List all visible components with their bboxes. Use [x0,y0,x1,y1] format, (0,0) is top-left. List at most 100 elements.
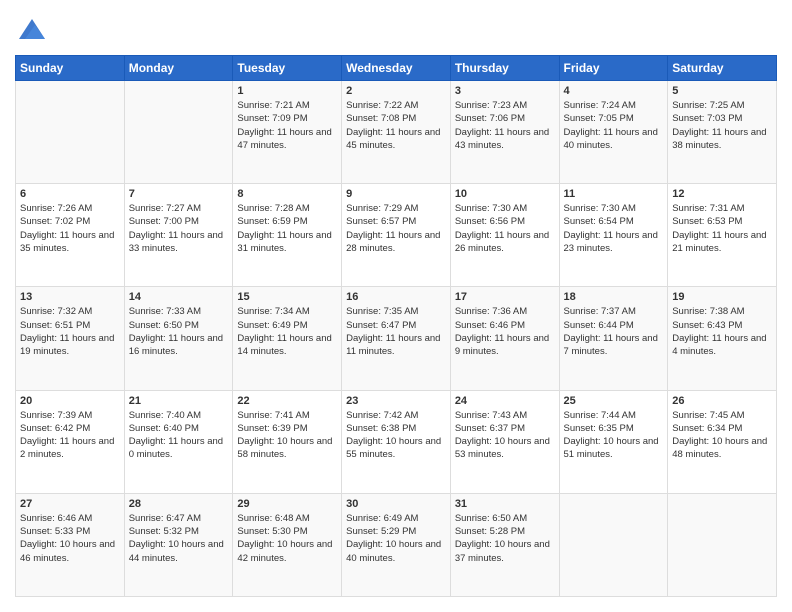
weekday-header-row: Sunday Monday Tuesday Wednesday Thursday… [16,56,777,81]
day-info: Sunrise: 7:40 AM Sunset: 6:40 PM Dayligh… [129,409,229,462]
calendar-week-row: 6 Sunrise: 7:26 AM Sunset: 7:02 PM Daylig… [16,184,777,287]
calendar-cell: 10 Sunrise: 7:30 AM Sunset: 6:56 PM Dayli… [450,184,559,287]
day-number: 28 [129,498,229,510]
calendar-cell: 15Sunrise: 7:34 AM Sunset: 6:49 PM Dayli… [233,287,342,390]
header-friday: Friday [559,56,668,81]
day-info: Sunrise: 7:38 AM Sunset: 6:43 PM Dayligh… [672,305,772,358]
day-number: 3 [455,85,555,97]
calendar-cell: 2 Sunrise: 7:22 AM Sunset: 7:08 PM Daylig… [342,81,451,184]
calendar-week-row: 1 Sunrise: 7:21 AM Sunset: 7:09 PM Daylig… [16,81,777,184]
day-info: Sunrise: 7:42 AM Sunset: 6:38 PM Dayligh… [346,409,446,462]
day-info: Sunrise: 7:25 AM Sunset: 7:03 PM Dayligh… [672,99,772,152]
day-number: 14 [129,291,229,303]
day-number: 9 [346,188,446,200]
day-info: Sunrise: 7:29 AM Sunset: 6:57 PM Dayligh… [346,202,446,255]
day-number: 1 [237,85,337,97]
day-info: Sunrise: 7:32 AM Sunset: 6:51 PM Dayligh… [20,305,120,358]
calendar-cell: 25 Sunrise: 7:44 AM Sunset: 6:35 PM Dayli… [559,390,668,493]
calendar-week-row: 20 Sunrise: 7:39 AM Sunset: 6:42 PM Dayli… [16,390,777,493]
day-info: Sunrise: 6:48 AM Sunset: 5:30 PM Dayligh… [237,512,337,565]
day-number: 6 [20,188,120,200]
calendar-cell: 28 Sunrise: 6:47 AM Sunset: 5:32 PM Dayli… [124,493,233,596]
day-info: Sunrise: 7:30 AM Sunset: 6:54 PM Dayligh… [564,202,664,255]
day-info: Sunrise: 7:31 AM Sunset: 6:53 PM Dayligh… [672,202,772,255]
calendar-cell: 27 Sunrise: 6:46 AM Sunset: 5:33 PM Dayli… [16,493,125,596]
day-number: 22 [237,395,337,407]
day-info: Sunrise: 7:33 AM Sunset: 6:50 PM Dayligh… [129,305,229,358]
day-number: 2 [346,85,446,97]
header-wednesday: Wednesday [342,56,451,81]
page: Sunday Monday Tuesday Wednesday Thursday… [0,0,792,612]
header-thursday: Thursday [450,56,559,81]
day-number: 20 [20,395,120,407]
header-saturday: Saturday [668,56,777,81]
day-info: Sunrise: 7:28 AM Sunset: 6:59 PM Dayligh… [237,202,337,255]
header [15,15,777,45]
calendar-cell [559,493,668,596]
calendar-cell: 30Sunrise: 6:49 AM Sunset: 5:29 PM Dayli… [342,493,451,596]
day-number: 30 [346,498,446,510]
calendar-cell: 16 Sunrise: 7:35 AM Sunset: 6:47 PM Dayli… [342,287,451,390]
day-info: Sunrise: 7:39 AM Sunset: 6:42 PM Dayligh… [20,409,120,462]
calendar-cell: 19 Sunrise: 7:38 AM Sunset: 6:43 PM Dayli… [668,287,777,390]
day-number: 29 [237,498,337,510]
day-number: 23 [346,395,446,407]
day-info: Sunrise: 7:44 AM Sunset: 6:35 PM Dayligh… [564,409,664,462]
day-number: 8 [237,188,337,200]
day-info: Sunrise: 7:35 AM Sunset: 6:47 PM Dayligh… [346,305,446,358]
calendar-cell: 13 Sunrise: 7:32 AM Sunset: 6:51 PM Dayli… [16,287,125,390]
calendar-cell: 14 Sunrise: 7:33 AM Sunset: 6:50 PM Dayli… [124,287,233,390]
day-number: 19 [672,291,772,303]
day-number: 13 [20,291,120,303]
day-info: Sunrise: 7:45 AM Sunset: 6:34 PM Dayligh… [672,409,772,462]
day-number: 25 [564,395,664,407]
day-info: Sunrise: 7:24 AM Sunset: 7:05 PM Dayligh… [564,99,664,152]
calendar-cell: 8 Sunrise: 7:28 AM Sunset: 6:59 PM Daylig… [233,184,342,287]
calendar-cell: 23 Sunrise: 7:42 AM Sunset: 6:38 PM Dayli… [342,390,451,493]
day-number: 5 [672,85,772,97]
day-number: 24 [455,395,555,407]
calendar-cell: 22 Sunrise: 7:41 AM Sunset: 6:39 PM Dayli… [233,390,342,493]
calendar-cell [668,493,777,596]
logo-icon [17,15,47,45]
day-number: 16 [346,291,446,303]
day-info: Sunrise: 7:43 AM Sunset: 6:37 PM Dayligh… [455,409,555,462]
day-info: Sunrise: 7:41 AM Sunset: 6:39 PM Dayligh… [237,409,337,462]
day-number: 7 [129,188,229,200]
calendar-cell: 7 Sunrise: 7:27 AM Sunset: 7:00 PM Daylig… [124,184,233,287]
calendar-cell: 24 Sunrise: 7:43 AM Sunset: 6:37 PM Dayli… [450,390,559,493]
day-info: Sunrise: 6:50 AM Sunset: 5:28 PM Dayligh… [455,512,555,565]
day-number: 17 [455,291,555,303]
calendar-cell: 29 Sunrise: 6:48 AM Sunset: 5:30 PM Dayli… [233,493,342,596]
calendar-cell: 18Sunrise: 7:37 AM Sunset: 6:44 PM Dayli… [559,287,668,390]
calendar-cell: 21Sunrise: 7:40 AM Sunset: 6:40 PM Dayli… [124,390,233,493]
day-number: 10 [455,188,555,200]
day-info: Sunrise: 6:47 AM Sunset: 5:32 PM Dayligh… [129,512,229,565]
day-info: Sunrise: 7:22 AM Sunset: 7:08 PM Dayligh… [346,99,446,152]
calendar-cell: 11Sunrise: 7:30 AM Sunset: 6:54 PM Dayli… [559,184,668,287]
day-info: Sunrise: 7:30 AM Sunset: 6:56 PM Dayligh… [455,202,555,255]
day-info: Sunrise: 6:46 AM Sunset: 5:33 PM Dayligh… [20,512,120,565]
day-number: 27 [20,498,120,510]
header-sunday: Sunday [16,56,125,81]
day-info: Sunrise: 7:37 AM Sunset: 6:44 PM Dayligh… [564,305,664,358]
calendar-week-row: 13 Sunrise: 7:32 AM Sunset: 6:51 PM Dayli… [16,287,777,390]
day-info: Sunrise: 7:26 AM Sunset: 7:02 PM Dayligh… [20,202,120,255]
logo [15,15,47,45]
day-number: 4 [564,85,664,97]
calendar-cell: 5 Sunrise: 7:25 AM Sunset: 7:03 PM Daylig… [668,81,777,184]
calendar-cell: 26 Sunrise: 7:45 AM Sunset: 6:34 PM Dayli… [668,390,777,493]
calendar-cell: 9 Sunrise: 7:29 AM Sunset: 6:57 PM Daylig… [342,184,451,287]
calendar-cell: 1 Sunrise: 7:21 AM Sunset: 7:09 PM Daylig… [233,81,342,184]
day-number: 31 [455,498,555,510]
header-tuesday: Tuesday [233,56,342,81]
day-info: Sunrise: 7:27 AM Sunset: 7:00 PM Dayligh… [129,202,229,255]
calendar-cell: 12Sunrise: 7:31 AM Sunset: 6:53 PM Dayli… [668,184,777,287]
day-number: 26 [672,395,772,407]
calendar-cell [124,81,233,184]
calendar-cell [16,81,125,184]
calendar-week-row: 27 Sunrise: 6:46 AM Sunset: 5:33 PM Dayli… [16,493,777,596]
day-info: Sunrise: 7:21 AM Sunset: 7:09 PM Dayligh… [237,99,337,152]
calendar-cell: 20 Sunrise: 7:39 AM Sunset: 6:42 PM Dayli… [16,390,125,493]
day-info: Sunrise: 7:34 AM Sunset: 6:49 PM Dayligh… [237,305,337,358]
